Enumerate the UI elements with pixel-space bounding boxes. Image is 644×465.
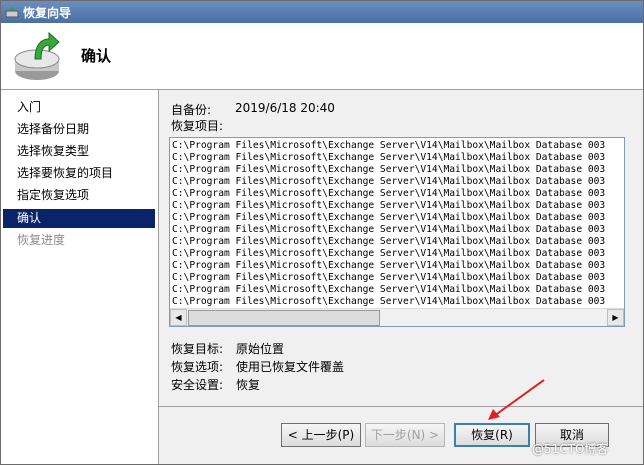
watermark: @51CTO博客 [532, 442, 609, 456]
recover-button[interactable]: 恢复(R) [454, 423, 530, 447]
step-confirmation[interactable]: 确认 [3, 209, 155, 228]
recovery-option-value: 使用已恢复文件覆盖 [236, 360, 345, 374]
recovery-option-label: 恢复选项: [171, 360, 224, 374]
security-settings-value: 恢复 [236, 378, 261, 392]
recovery-items-label: 恢复项目: [171, 119, 224, 133]
step-select-items[interactable]: 选择要恢复的项目 [3, 164, 155, 183]
list-item[interactable]: C:\Program Files\Microsoft\Exchange Serv… [172, 236, 622, 248]
list-item[interactable]: C:\Program Files\Microsoft\Exchange Serv… [172, 164, 622, 176]
list-item[interactable]: C:\Program Files\Microsoft\Exchange Serv… [172, 248, 622, 260]
step-specify-options[interactable]: 指定恢复选项 [3, 186, 155, 205]
annotation-arrow-icon [488, 379, 545, 420]
wizard-header: 确认 [1, 23, 643, 90]
list-item[interactable]: C:\Program Files\Microsoft\Exchange Serv… [172, 272, 622, 284]
step-select-recovery-type[interactable]: 选择恢复类型 [3, 142, 155, 161]
list-item[interactable]: C:\Program Files\Microsoft\Exchange Serv… [172, 200, 622, 212]
list-item[interactable]: C:\Program Files\Microsoft\Exchange Serv… [172, 152, 622, 164]
backup-from-value: 2019/6/18 20:40 [235, 101, 335, 115]
step-select-backup-date[interactable]: 选择备份日期 [3, 120, 155, 139]
scrollbar-thumb[interactable] [188, 310, 380, 326]
list-item[interactable]: C:\Program Files\Microsoft\Exchange Serv… [172, 188, 622, 200]
list-rows: C:\Program Files\Microsoft\Exchange Serv… [172, 140, 622, 308]
title-bar[interactable]: 恢复向导 [1, 1, 643, 23]
wizard-steps-sidebar: 入门 选择备份日期 选择恢复类型 选择要恢复的项目 指定恢复选项 确认 恢复进度 [1, 90, 159, 464]
list-item[interactable]: C:\Program Files\Microsoft\Exchange Serv… [172, 296, 622, 308]
next-button[interactable]: 下一步(N) > [365, 423, 445, 447]
backup-drive-icon [14, 31, 60, 80]
back-button[interactable]: < 上一步(P) [281, 423, 361, 447]
scroll-right-icon[interactable]: ▶ [607, 309, 624, 326]
app-icon [5, 6, 19, 18]
button-divider [159, 406, 643, 407]
page-title: 确认 [81, 47, 112, 65]
recovery-target-value: 原始位置 [236, 342, 285, 356]
scroll-left-icon[interactable]: ◀ [170, 309, 187, 326]
list-item[interactable]: C:\Program Files\Microsoft\Exchange Serv… [172, 176, 622, 188]
backup-from-label: 自备份: [171, 103, 212, 117]
list-item[interactable]: C:\Program Files\Microsoft\Exchange Serv… [172, 224, 622, 236]
security-settings-label: 安全设置: [171, 378, 224, 392]
step-getting-started[interactable]: 入门 [3, 98, 155, 117]
window-title: 恢复向导 [23, 5, 72, 20]
list-item[interactable]: C:\Program Files\Microsoft\Exchange Serv… [172, 212, 622, 224]
list-item[interactable]: C:\Program Files\Microsoft\Exchange Serv… [172, 260, 622, 272]
list-item[interactable]: C:\Program Files\Microsoft\Exchange Serv… [172, 284, 622, 296]
horizontal-scrollbar[interactable]: ◀ ▶ [170, 308, 624, 326]
recovery-items-list[interactable]: C:\Program Files\Microsoft\Exchange Serv… [169, 137, 625, 327]
list-item[interactable]: C:\Program Files\Microsoft\Exchange Serv… [172, 140, 622, 152]
step-recovery-progress: 恢复进度 [17, 233, 66, 247]
recovery-target-label: 恢复目标: [171, 342, 224, 356]
wizard-content: 自备份: 2019/6/18 20:40 恢复项目: C:\Program Fi… [159, 90, 643, 464]
